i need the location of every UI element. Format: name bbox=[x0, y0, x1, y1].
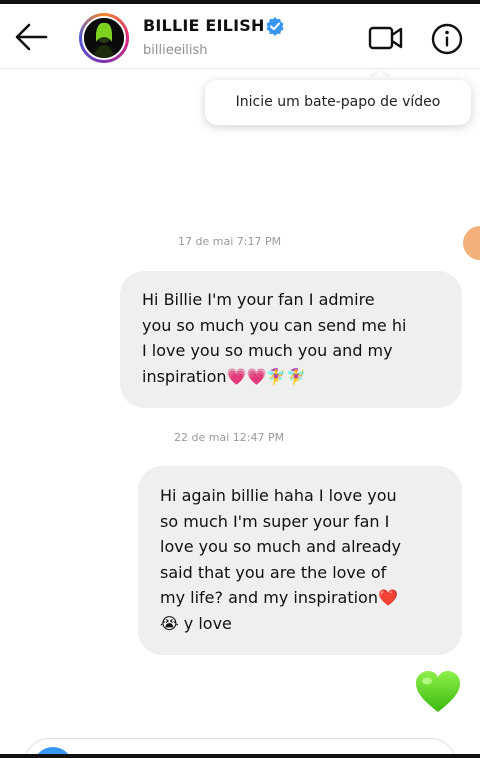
video-call-icon[interactable] bbox=[367, 24, 405, 52]
contact-username[interactable]: billieeilish bbox=[143, 43, 208, 58]
floating-bubble[interactable] bbox=[463, 226, 480, 260]
message-timestamp: 17 de mai 7:17 PM bbox=[178, 235, 282, 248]
avatar-image bbox=[82, 16, 126, 60]
avatar[interactable] bbox=[79, 13, 129, 63]
video-chat-tooltip[interactable]: Inicie um bate-papo de vídeo bbox=[205, 80, 471, 125]
contact-name[interactable]: BILLIE EILISH bbox=[143, 16, 265, 35]
nav-bar-edge bbox=[0, 754, 480, 758]
message-timestamp: 22 de mai 12:47 PM bbox=[174, 431, 285, 444]
info-icon[interactable] bbox=[430, 22, 464, 56]
chat-header: BILLIE EILISH billieeilish bbox=[0, 4, 480, 69]
verified-badge-icon bbox=[265, 16, 285, 36]
message-bubble[interactable]: Hi again billie haha I love you so much … bbox=[138, 466, 462, 655]
dm-thread-screen: BILLIE EILISH billieeilish Inicie um bat… bbox=[0, 0, 480, 758]
back-arrow-icon[interactable] bbox=[12, 20, 50, 54]
green-heart-icon[interactable] bbox=[414, 670, 462, 714]
message-bubble[interactable]: Hi Billie I'm your fan I admire you so m… bbox=[120, 271, 462, 408]
